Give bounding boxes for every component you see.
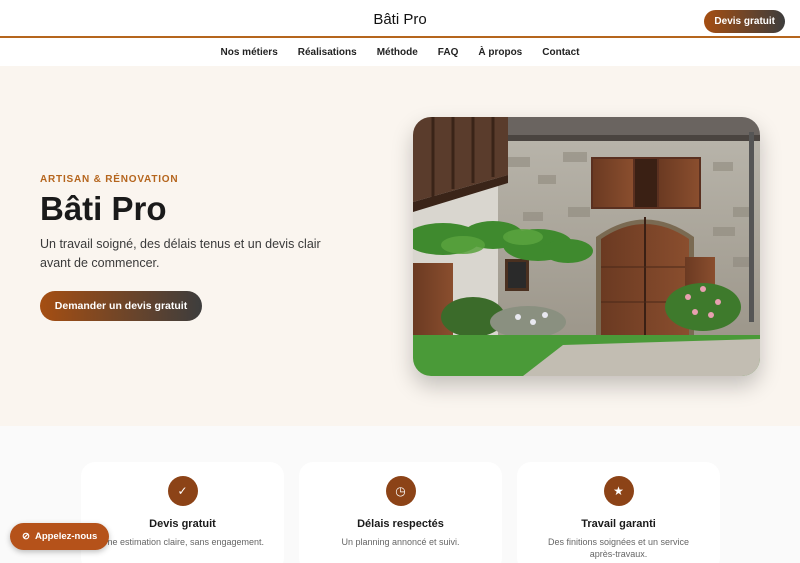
nav-item-contact[interactable]: Contact bbox=[542, 47, 579, 58]
hero-section: ARTISAN & RÉNOVATION Bâti Pro Un travail… bbox=[0, 66, 800, 426]
feature-title: Travail garanti bbox=[581, 518, 656, 530]
brand-name[interactable]: Bâti Pro bbox=[0, 11, 800, 28]
call-us-label: Appelez-nous bbox=[34, 531, 98, 542]
feature-card-quote: ✓ Devis gratuit Une estimation claire, s… bbox=[81, 462, 284, 563]
feature-text: Un planning annoncé et suivi. bbox=[341, 537, 460, 547]
request-quote-button[interactable]: Demander un devis gratuit bbox=[40, 291, 202, 321]
nav-item-faq[interactable]: FAQ bbox=[438, 47, 459, 58]
free-quote-button[interactable]: Devis gratuit bbox=[704, 10, 785, 33]
feature-text: Des finitions soignées et un service apr… bbox=[547, 537, 690, 559]
phone-icon: ⊘ bbox=[22, 531, 30, 542]
feature-title: Délais respectés bbox=[357, 518, 444, 530]
call-us-button[interactable]: ⊘ Appelez-nous bbox=[10, 523, 110, 550]
feature-text: Une estimation claire, sans engagement. bbox=[100, 537, 265, 547]
main-nav: Nos métiers Réalisations Méthode FAQ À p… bbox=[0, 38, 800, 66]
nav-item-realisations[interactable]: Réalisations bbox=[298, 47, 357, 58]
check-icon: ✓ bbox=[167, 476, 198, 506]
nav-item-apropos[interactable]: À propos bbox=[478, 47, 522, 58]
nav-item-metiers[interactable]: Nos métiers bbox=[221, 47, 278, 58]
nav-item-methode[interactable]: Méthode bbox=[377, 47, 418, 58]
stone-house-illustration bbox=[413, 117, 760, 376]
hero-text: Un travail soigné, des délais tenus et u… bbox=[40, 237, 321, 270]
clock-icon: ◷ bbox=[385, 476, 416, 506]
hero-house-image bbox=[413, 117, 760, 376]
star-icon: ★ bbox=[603, 476, 634, 506]
features-section: ✓ Devis gratuit Une estimation claire, s… bbox=[0, 426, 800, 563]
top-bar: Bâti Pro Devis gratuit bbox=[0, 0, 800, 38]
feature-card-guarantee: ★ Travail garanti Des finitions soignées… bbox=[517, 462, 720, 563]
feature-title: Devis gratuit bbox=[149, 518, 216, 530]
feature-card-deadlines: ◷ Délais respectés Un planning annoncé e… bbox=[299, 462, 502, 563]
hero-eyebrow: ARTISAN & RÉNOVATION bbox=[40, 174, 179, 185]
hero-title: Bâti Pro bbox=[40, 190, 167, 227]
